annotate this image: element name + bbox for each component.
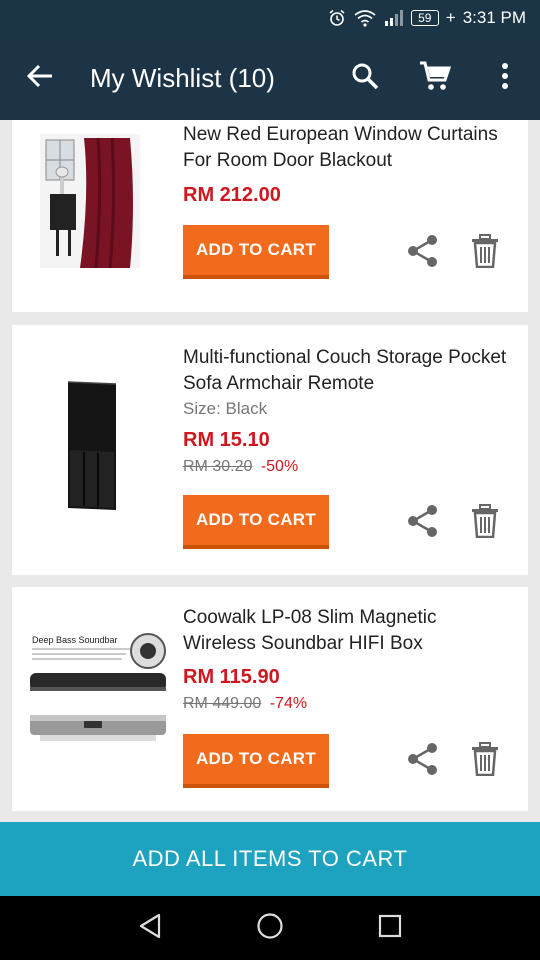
add-all-to-cart-button[interactable]: ADD ALL ITEMS TO CART: [0, 822, 540, 896]
sofa-pocket-product-image[interactable]: [64, 380, 120, 512]
battery-level: 59: [418, 11, 432, 25]
status-bar: 59 + 3:31 PM: [0, 0, 540, 36]
back-arrow-icon: [26, 62, 54, 95]
wishlist-item: Multi-functional Couch Storage Pocket So…: [12, 325, 528, 575]
soundbar-image-text: Deep Bass Soundbar: [32, 635, 118, 645]
more-options-button[interactable]: [470, 36, 540, 120]
soundbar-product-image[interactable]: Deep Bass Soundbar: [26, 627, 170, 751]
wishlist-item: New Red European Window Curtains For Roo…: [12, 120, 528, 312]
home-circle-icon: [256, 912, 284, 945]
search-icon: [351, 62, 379, 95]
system-nav-bar: [0, 896, 540, 960]
add-to-cart-button[interactable]: ADD TO CART: [183, 734, 329, 788]
cart-icon: [419, 61, 452, 96]
delete-icon[interactable]: [470, 234, 500, 269]
battery-icon: 59: [410, 10, 439, 26]
product-name[interactable]: Multi-functional Couch Storage Pocket So…: [183, 345, 513, 397]
discount-badge: -74%: [269, 695, 308, 712]
share-icon[interactable]: [406, 504, 440, 538]
back-triangle-icon: [138, 913, 162, 944]
product-variant: Size: Black: [183, 399, 268, 418]
search-button[interactable]: [330, 36, 400, 120]
clock: 3:31 PM: [462, 8, 526, 27]
product-price: RM 115.90: [183, 666, 280, 688]
cart-button[interactable]: [400, 36, 470, 120]
add-to-cart-button[interactable]: ADD TO CART: [183, 495, 329, 549]
original-price: RM 449.00: [183, 695, 262, 712]
alarm-icon: [328, 9, 346, 27]
wishlist-item: Deep Bass Soundbar Coowalk LP-08 Slim Ma…: [12, 587, 528, 811]
app-bar: My Wishlist (10): [0, 36, 540, 120]
product-price: RM 15.10: [183, 429, 270, 451]
original-price: RM 30.20: [183, 458, 253, 475]
more-vert-icon: [501, 62, 509, 95]
discount-badge: -50%: [260, 458, 299, 475]
share-icon[interactable]: [406, 742, 440, 776]
wishlist[interactable]: New Red European Window Curtains For Roo…: [0, 120, 540, 822]
page-title: My Wishlist (10): [90, 62, 275, 93]
delete-icon[interactable]: [470, 504, 500, 539]
curtain-product-image[interactable]: [40, 134, 140, 269]
original-price-row: RM 449.00 -74%: [183, 695, 307, 713]
add-to-cart-button[interactable]: ADD TO CART: [183, 225, 329, 279]
charging-plus: +: [445, 8, 456, 27]
share-icon[interactable]: [406, 234, 440, 268]
back-button[interactable]: [0, 36, 80, 120]
recents-square-icon: [378, 914, 402, 943]
nav-home-button[interactable]: [240, 896, 300, 960]
original-price-row: RM 30.20 -50%: [183, 458, 298, 476]
nav-recents-button[interactable]: [360, 896, 420, 960]
signal-icon: [384, 10, 404, 26]
wifi-icon: [353, 9, 377, 27]
product-name[interactable]: New Red European Window Curtains For Roo…: [183, 122, 513, 174]
product-name[interactable]: Coowalk LP-08 Slim Magnetic Wireless Sou…: [183, 605, 513, 657]
delete-icon[interactable]: [470, 742, 500, 777]
nav-back-button[interactable]: [120, 896, 180, 960]
product-price: RM 212.00: [183, 184, 281, 206]
